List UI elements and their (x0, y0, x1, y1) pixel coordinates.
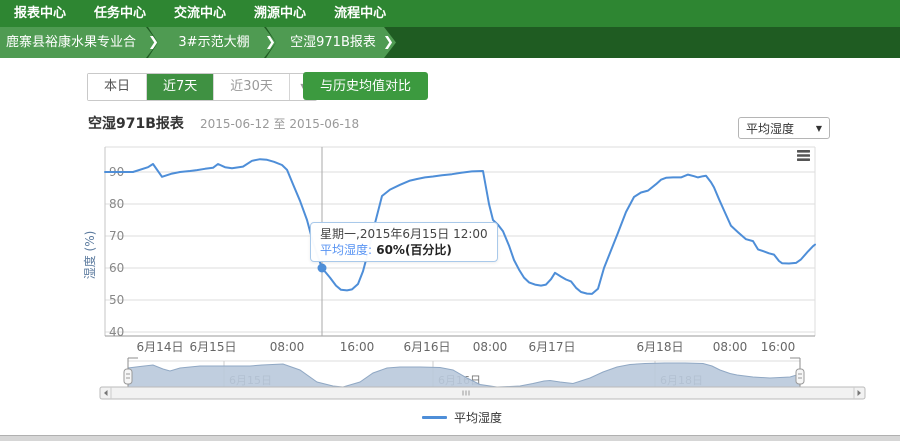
x-tick-label: 6月14日 (137, 340, 184, 354)
datazoom-left-handle[interactable] (124, 369, 132, 384)
datazoom-right-handle[interactable] (796, 369, 804, 384)
tooltip-value: 60%(百分比) (372, 243, 452, 257)
legend-label: 平均湿度 (454, 409, 502, 426)
tooltip-series-label: 平均湿度: (320, 243, 372, 257)
hscrollbar-track[interactable] (100, 387, 865, 399)
x-tick-label: 6月17日 (529, 340, 576, 354)
tooltip-datetime: 星期一,2015年6月15日 12:00 (320, 226, 488, 242)
humidity-line-chart[interactable]: 4050607080906月14日6月15日08:0016:006月16日08:… (0, 0, 900, 441)
x-tick-label: 6月15日 (190, 340, 237, 354)
x-tick-label: 16:00 (761, 340, 796, 354)
y-axis-title: 湿度 (%) (82, 231, 97, 280)
chart-menu-icon[interactable] (797, 158, 810, 161)
legend-item-avg-humidity[interactable]: 平均湿度 (422, 409, 502, 426)
x-tick-label: 6月18日 (637, 340, 684, 354)
y-tick-label: 70 (109, 229, 124, 243)
x-tick-label: 6月16日 (404, 340, 451, 354)
chart-tooltip: 星期一,2015年6月15日 12:00 平均湿度: 60%(百分比) (310, 222, 498, 262)
y-tick-label: 80 (109, 197, 124, 211)
chart-menu-icon[interactable] (797, 154, 810, 157)
legend-line-icon (422, 416, 447, 419)
tooltip-value-row: 平均湿度: 60%(百分比) (320, 242, 488, 258)
page: 报表中心 任务中心 交流中心 溯源中心 流程中心 鹿寨县裕康水果专业合作社 3#… (0, 0, 900, 441)
x-tick-label: 08:00 (713, 340, 748, 354)
y-tick-label: 40 (109, 325, 124, 339)
x-tick-label: 08:00 (473, 340, 508, 354)
y-tick-label: 50 (109, 293, 124, 307)
x-tick-label: 08:00 (270, 340, 305, 354)
y-tick-label: 60 (109, 261, 124, 275)
chart-menu-icon[interactable] (797, 150, 810, 153)
x-tick-label: 16:00 (340, 340, 375, 354)
window-bottom-edge (0, 435, 900, 441)
highlight-point (318, 264, 327, 273)
